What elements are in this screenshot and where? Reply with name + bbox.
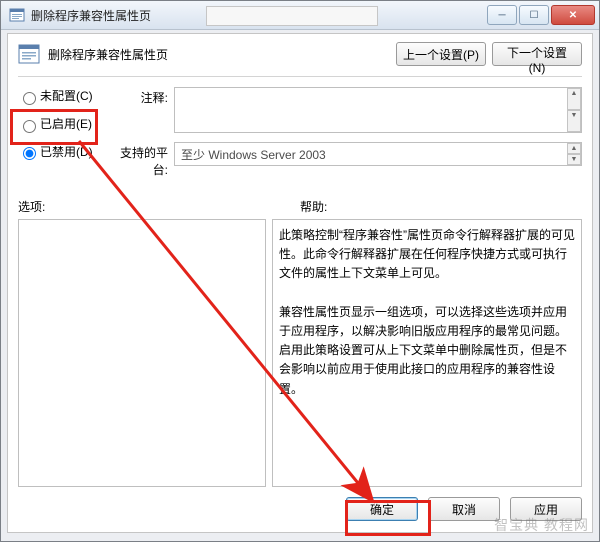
close-button[interactable]: ✕	[551, 5, 595, 25]
background-window-ghost	[206, 6, 378, 26]
radio-enabled-label: 已启用(E)	[40, 117, 92, 131]
note-textarea[interactable]	[174, 87, 582, 133]
minimize-button[interactable]: ─	[487, 5, 517, 25]
note-row: 注释: ▲▼	[110, 87, 582, 136]
radio-enabled-input[interactable]	[23, 120, 36, 133]
help-label: 帮助:	[300, 198, 327, 215]
header-row: 删除程序兼容性属性页 上一个设置(P) 下一个设置(N)	[18, 42, 582, 66]
next-setting-button[interactable]: 下一个设置(N)	[492, 42, 582, 66]
radio-not-configured[interactable]: 未配置(C)	[18, 87, 110, 105]
config-right: 注释: ▲▼ 支持的平台: 至少 Windows Server 2003 ▲▼	[110, 87, 582, 184]
radio-disabled[interactable]: 已禁用(D)	[18, 143, 110, 161]
dialog-body: 删除程序兼容性属性页 上一个设置(P) 下一个设置(N) 未配置(C) 已启用(…	[7, 33, 593, 533]
page-title: 删除程序兼容性属性页	[48, 46, 388, 63]
title-bar[interactable]: 删除程序兼容性属性页 ─ ☐ ✕	[1, 1, 599, 30]
separator	[18, 76, 582, 77]
radio-disabled-label: 已禁用(D)	[40, 145, 93, 159]
chevron-down-icon[interactable]: ▼	[567, 154, 581, 165]
note-label: 注释:	[110, 87, 174, 106]
prev-setting-button[interactable]: 上一个设置(P)	[396, 42, 486, 66]
window-buttons: ─ ☐ ✕	[487, 5, 595, 25]
chevron-down-icon[interactable]: ▼	[567, 110, 581, 132]
watermark: 智宝典 教程网	[494, 515, 589, 535]
state-radios: 未配置(C) 已启用(E) 已禁用(D)	[18, 87, 110, 184]
options-label: 选项:	[18, 198, 262, 215]
radio-enabled[interactable]: 已启用(E)	[18, 115, 110, 133]
radio-not-configured-input[interactable]	[23, 92, 36, 105]
maximize-button[interactable]: ☐	[519, 5, 549, 25]
policy-icon	[9, 7, 25, 23]
nav-buttons: 上一个设置(P) 下一个设置(N)	[396, 42, 582, 66]
platform-label: 支持的平台:	[110, 142, 174, 178]
radio-disabled-input[interactable]	[23, 147, 36, 160]
cancel-button[interactable]: 取消	[428, 497, 500, 521]
note-scroll[interactable]: ▲▼	[567, 88, 581, 132]
policy-large-icon	[18, 43, 40, 65]
chevron-up-icon[interactable]: ▲	[567, 143, 581, 154]
dialog-window: 删除程序兼容性属性页 ─ ☐ ✕ 删除程序兼容性属性页 上一个设置(P) 下一个…	[0, 0, 600, 542]
platform-row: 支持的平台: 至少 Windows Server 2003 ▲▼	[110, 142, 582, 178]
panes: 此策略控制“程序兼容性”属性页命令行解释器扩展的可见性。此命令行解释器扩展在任何…	[18, 219, 582, 487]
help-pane[interactable]: 此策略控制“程序兼容性”属性页命令行解释器扩展的可见性。此命令行解释器扩展在任何…	[272, 219, 582, 487]
mid-labels: 选项: 帮助:	[18, 198, 582, 215]
radio-not-configured-label: 未配置(C)	[40, 89, 93, 103]
platform-field: 至少 Windows Server 2003	[174, 142, 582, 166]
options-pane[interactable]	[18, 219, 266, 487]
ok-button[interactable]: 确定	[346, 497, 418, 521]
config-area: 未配置(C) 已启用(E) 已禁用(D) 注释: ▲▼ 支持的平台: 至少 Wi…	[18, 87, 582, 184]
chevron-up-icon[interactable]: ▲	[567, 88, 581, 110]
platform-scroll[interactable]: ▲▼	[567, 143, 581, 165]
